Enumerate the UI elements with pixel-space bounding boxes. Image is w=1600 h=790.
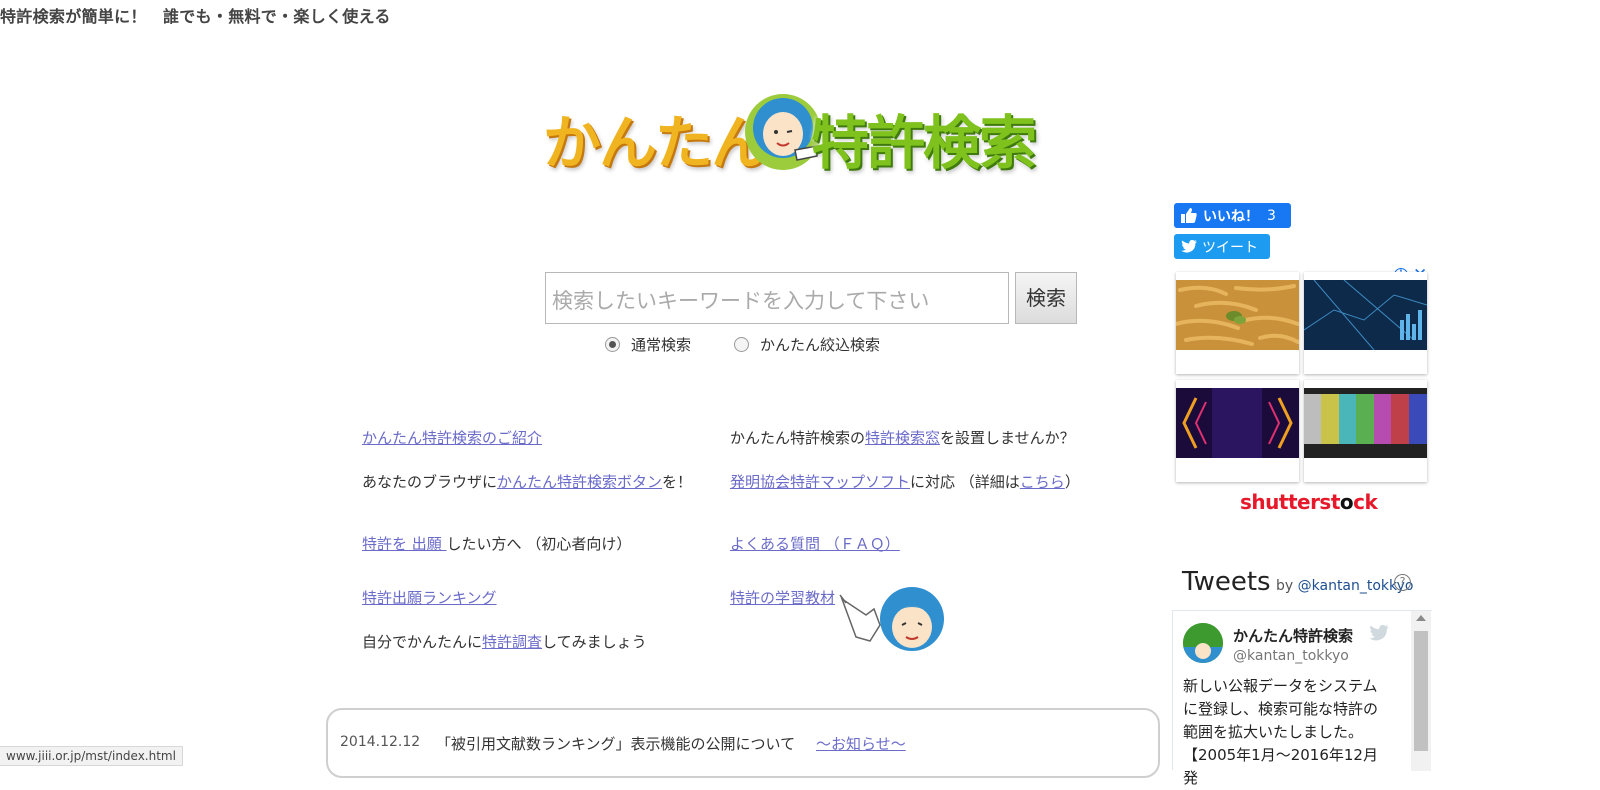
tweets-heading: Tweets [1182, 567, 1271, 597]
tweet-timeline[interactable]: かんたん特許検索 @kantan_tokkyo 新しい公報データをシステムに登録… [1172, 610, 1432, 787]
radio-narrow-search[interactable]: かんたん絞込検索 [734, 334, 880, 355]
mealworm-image [1176, 280, 1299, 350]
patent-map-link[interactable]: 発明協会特許マップソフト [730, 473, 910, 491]
install-text-post: を設置しませんか？ [940, 429, 1075, 447]
tweet-author-handle[interactable]: @kantan_tokkyo [1233, 648, 1349, 664]
browser-line: あなたのブラウザにかんたん特許検索ボタンを！ [362, 471, 692, 492]
browser-status-bar: www.jiii.or.jp/mst/index.html [0, 746, 183, 766]
logo-text-kantan: かんたん [543, 109, 769, 177]
timeline-scrollbar[interactable] [1411, 611, 1431, 771]
apply-line: 特許を 出願 したい方へ （初心者向け） [362, 533, 631, 554]
details-link[interactable]: こちら [1020, 473, 1065, 491]
radio-label: 通常検索 [631, 336, 692, 354]
patent-research-link[interactable]: 特許調査 [482, 633, 542, 651]
shutterstock-logo-text-c: ck [1353, 490, 1378, 514]
ad-unit[interactable]: i ✕ [1176, 265, 1430, 526]
browser-text-pre: あなたのブラウザに [362, 473, 498, 491]
site-tagline: 特許検索が簡単に！ 誰でも・無料で・楽しく使える [0, 7, 391, 26]
ad-thumbnail-mealworms[interactable] [1176, 272, 1299, 374]
ad-thumbnail-test-pattern[interactable] [1304, 380, 1427, 482]
tweets-by-text: by [1276, 578, 1294, 594]
data-dashboard-image [1304, 280, 1427, 350]
intro-link[interactable]: かんたん特許検索のご紹介 [362, 429, 542, 447]
news-title: 「被引用文献数ランキング」表示機能の公開について [436, 735, 796, 753]
twitter-bird-icon [1181, 240, 1197, 253]
radio-normal-search[interactable]: 通常検索 [605, 334, 691, 355]
map-line: 発明協会特許マップソフトに対応 （詳細はこちら） [730, 471, 1080, 492]
twitter-bird-icon[interactable] [1369, 625, 1389, 641]
thumbs-up-icon [1181, 208, 1197, 223]
faq-line: よくある質問 （ＦＡＱ） [730, 533, 900, 554]
search-window-link[interactable]: 特許検索窓 [865, 429, 940, 447]
like-count: 3 [1267, 207, 1276, 224]
shutterstock-logo-text-a: shutterst [1240, 490, 1340, 514]
pointing-mascot-icon [839, 587, 944, 651]
tweet-author-name[interactable]: かんたん特許検索 [1233, 625, 1353, 646]
site-logo[interactable]: かんたん 特許検索 [543, 88, 1063, 180]
install-line: かんたん特許検索の特許検索窓を設置しませんか？ [730, 427, 1075, 448]
tweet-button[interactable]: ツイート [1174, 234, 1270, 259]
browser-text-post: を！ [662, 473, 693, 491]
search-button[interactable]: 検索 [1015, 272, 1077, 324]
learning-materials-link[interactable]: 特許の学習教材 [730, 589, 835, 607]
faq-link[interactable]: よくある質問 （ＦＡＱ） [730, 535, 900, 553]
research-text-pre: 自分でかんたんに [362, 633, 483, 651]
research-text-post: してみましょう [542, 633, 647, 651]
radio-button[interactable] [734, 337, 749, 352]
avatar[interactable] [1183, 623, 1223, 663]
ad-thumbnail-neon[interactable] [1176, 380, 1299, 482]
news-panel: 2014.12.12 「被引用文献数ランキング」表示機能の公開について ～お知ら… [326, 708, 1160, 778]
logo-text-tokkyo: 特許検索 [811, 109, 1037, 177]
apply-link[interactable]: 特許を 出願 [362, 535, 447, 553]
apply-text-post: したい方へ （初心者向け） [446, 535, 632, 553]
color-bars-image [1304, 388, 1427, 458]
map-text-post: ） [1064, 473, 1080, 491]
research-line: 自分でかんたんに特許調査してみましょう [362, 631, 647, 652]
browser-button-link[interactable]: かんたん特許検索ボタン [497, 473, 662, 491]
ranking-line: 特許出願ランキング [362, 587, 497, 608]
neon-chevrons-image [1176, 388, 1299, 458]
learning-line: 特許の学習教材 [730, 587, 835, 608]
ranking-link[interactable]: 特許出願ランキング [362, 589, 497, 607]
search-input[interactable]: 検索したいキーワードを入力して下さい [545, 272, 1009, 324]
shutterstock-logo-text-b: o [1339, 490, 1354, 514]
radio-label: かんたん絞込検索 [760, 336, 881, 354]
scrollbar-thumb[interactable] [1414, 631, 1428, 751]
tweets-by-line: by @kantan_tokkyo [1276, 578, 1414, 594]
like-label: いいね！ [1203, 208, 1259, 225]
avatar-logo-icon [1183, 623, 1223, 663]
facebook-like-button[interactable]: いいね！ 3 [1174, 203, 1291, 228]
help-icon[interactable]: ? [1394, 574, 1411, 591]
radio-button-checked[interactable] [605, 337, 620, 352]
news-notice-link[interactable]: ～お知らせ～ [816, 733, 906, 754]
shutterstock-logo[interactable]: shutterstock [1240, 490, 1378, 514]
scroll-up-arrow-icon[interactable] [1416, 615, 1426, 621]
news-date: 2014.12.12 [340, 734, 421, 750]
intro-line: かんたん特許検索のご紹介 [362, 427, 542, 448]
install-text-pre: かんたん特許検索の [730, 429, 866, 447]
tweet-body: 新しい公報データをシステムに登録し、検索可能な特許の範囲を拡大いたしました。【2… [1183, 677, 1379, 787]
map-text-mid: に対応 （詳細は [910, 473, 1020, 491]
ad-thumbnail-dashboard[interactable] [1304, 272, 1427, 374]
tweet-label: ツイート [1202, 239, 1258, 256]
